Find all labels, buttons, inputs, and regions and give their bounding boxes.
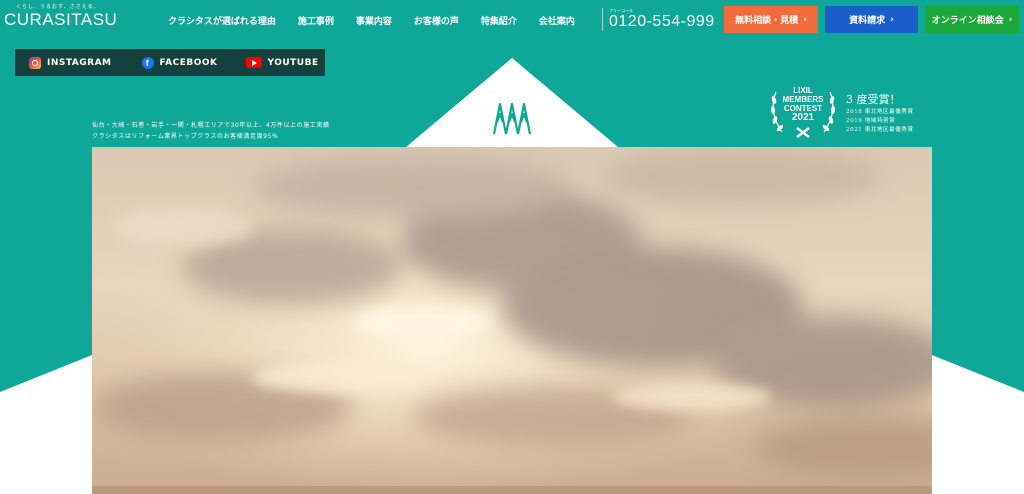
site-logo[interactable]: くらし、うるおす、ささえる。 CURASITASU xyxy=(4,4,117,29)
nav-item-business[interactable]: 事業内容 xyxy=(356,14,392,27)
instagram-label: INSTAGRAM xyxy=(47,57,112,68)
facebook-link[interactable]: f FACEBOOK xyxy=(141,56,218,69)
phone-number[interactable]: フリーコール 0120-554-999 xyxy=(602,8,715,31)
youtube-icon xyxy=(245,57,262,68)
chevron-right-icon: › xyxy=(1008,14,1013,25)
online-consult-label: オンライン相談会 xyxy=(931,16,1004,26)
white-top-triangle xyxy=(406,58,618,147)
chevron-right-icon: › xyxy=(890,14,894,25)
youtube-link[interactable]: YOUTUBE xyxy=(245,57,319,68)
lixil-award-badge: LIXIL MEMBERS CONTEST 2021 xyxy=(768,86,838,123)
request-docs-label: 資料請求 xyxy=(849,16,886,26)
logo-brand: CURASITASU xyxy=(4,10,118,29)
award-badge-line-2: MEMBERS xyxy=(782,95,824,104)
nav-item-company[interactable]: 会社案内 xyxy=(539,14,575,27)
nav-item-works[interactable]: 施工事例 xyxy=(298,14,334,27)
award-badge-line-1: LIXIL xyxy=(793,86,813,95)
nav-item-features[interactable]: 特集紹介 xyxy=(481,14,517,27)
youtube-label: YOUTUBE xyxy=(267,57,319,68)
award-badge-year: 2021 xyxy=(791,112,815,123)
facebook-label: FACEBOOK xyxy=(159,57,218,68)
phone-number-text: 0120-554-999 xyxy=(609,13,715,30)
free-consult-button[interactable]: 無料相談・見積 › xyxy=(724,6,818,33)
online-consult-button[interactable]: オンライン相談会 › xyxy=(925,6,1019,33)
instagram-icon xyxy=(29,56,41,69)
main-nav: クラシタスが選ばれる理由 施工事例 事業内容 お客様の声 特集紹介 会社案内 xyxy=(168,14,597,27)
intro-line-1: 仙台・大崎・石巻・岩手・一関・札幌エリアで30年以上、4万件以上の施工実績 xyxy=(92,122,330,129)
social-bar: INSTAGRAM f FACEBOOK YOUTUBE xyxy=(15,49,325,76)
nav-item-voices[interactable]: お客様の声 xyxy=(414,14,459,27)
award-count: 3 度受賞！ xyxy=(846,93,901,106)
instagram-link[interactable]: INSTAGRAM xyxy=(29,56,112,69)
white-left-triangle xyxy=(0,355,92,494)
intro-text: 仙台・大崎・石巻・岩手・一関・札幌エリアで30年以上、4万件以上の施工実績 クラ… xyxy=(92,120,330,142)
request-docs-button[interactable]: 資料請求 › xyxy=(825,6,918,33)
white-right-triangle xyxy=(932,355,1024,494)
facebook-icon: f xyxy=(141,56,154,69)
chevron-right-icon: › xyxy=(803,14,807,25)
award-list: 2018 東北地区最優秀賞 2019 地域特別賞 2021 東北地区最優秀賞 xyxy=(846,108,914,135)
intro-line-2: クラシタスはリフォーム業界トップクラスのお客様満足度95% xyxy=(92,133,279,140)
award-item: 2021 東北地区最優秀賞 xyxy=(846,127,914,133)
free-consult-label: 無料相談・見積 xyxy=(735,16,799,26)
nav-item-reasons[interactable]: クラシタスが選ばれる理由 xyxy=(168,14,276,27)
award-item: 2018 東北地区最優秀賞 xyxy=(846,109,914,115)
award-item: 2019 地域特別賞 xyxy=(846,118,896,124)
sky-clouds-image xyxy=(92,147,932,494)
hero-image xyxy=(92,147,932,494)
